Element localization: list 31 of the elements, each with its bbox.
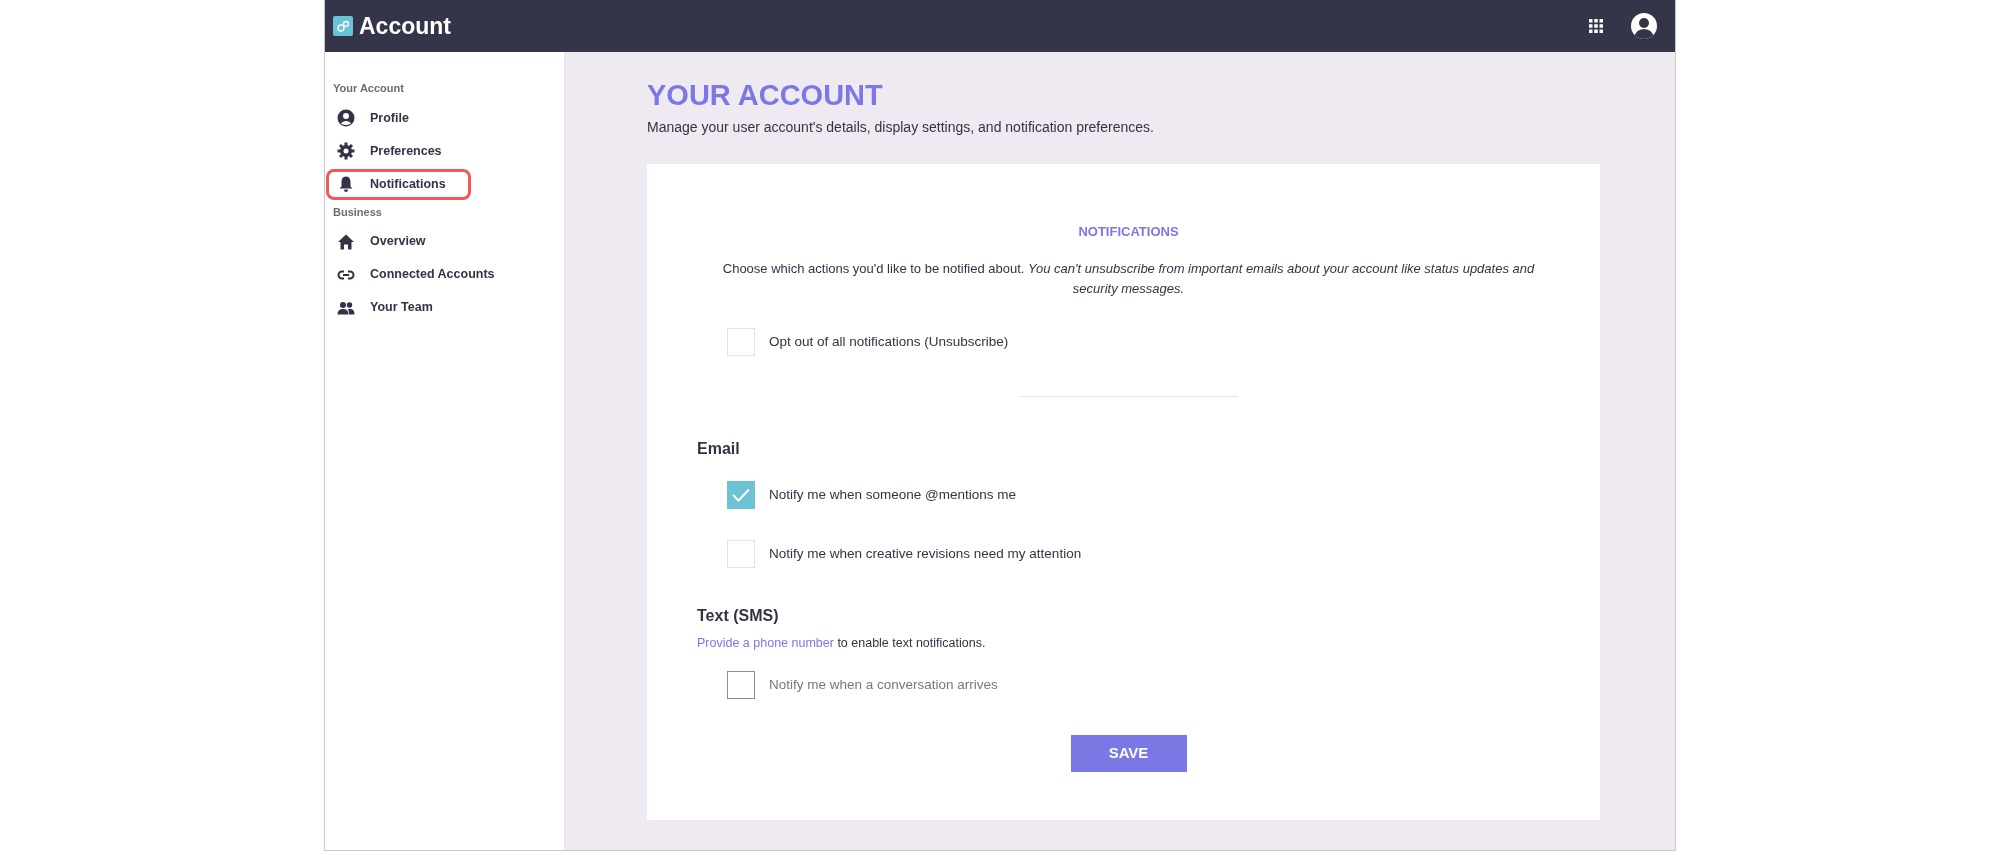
phone-number-link[interactable]: Provide a phone number xyxy=(697,636,834,651)
checkbox-label: Notify me when creative revisions need my attention xyxy=(769,545,1082,564)
logo-icon xyxy=(333,16,353,36)
page-title: YOUR ACCOUNT xyxy=(647,78,884,113)
sidebar-item[interactable]: Your Team xyxy=(326,292,471,323)
checkbox-label: Notify me when someone @mentions me xyxy=(769,486,1017,505)
app-title: Account xyxy=(359,11,451,41)
sidebar-group-label: Your Account xyxy=(332,81,405,96)
intro-text: Choose which actions you'd like to be notified about. You can't unsubscribe from important emails about your account like status updates and security messages. xyxy=(721,260,1536,298)
sidebar-item[interactable]: Notifications xyxy=(326,168,471,200)
card-heading: NOTIFICATIONS xyxy=(1077,222,1180,241)
sidebar-item[interactable]: Preferences xyxy=(326,135,471,167)
settings-icon xyxy=(337,142,355,160)
sidebar-item[interactable]: Overview xyxy=(326,226,471,257)
sidebar-item[interactable]: Connected Accounts xyxy=(326,259,506,290)
section-title: Email xyxy=(697,439,741,460)
checkbox-label: Opt out of all notifications (Unsubscribe) xyxy=(769,333,1009,352)
section-title: Text (SMS) xyxy=(697,606,780,627)
sidebar-group-label: Business xyxy=(332,204,383,220)
checkbox[interactable] xyxy=(727,481,755,510)
person-icon xyxy=(337,109,355,127)
checkbox-label: Notify me when a conversation arrives xyxy=(769,675,998,694)
check-icon xyxy=(731,487,751,504)
apps-grid-icon[interactable] xyxy=(1589,19,1603,33)
save-button[interactable]: SAVE xyxy=(1070,735,1187,773)
home-icon xyxy=(337,232,355,251)
sidebar-item[interactable]: Profile xyxy=(326,102,471,134)
avatar-icon[interactable] xyxy=(1631,13,1657,39)
sms-note: Provide a phone number to enable text notifications. xyxy=(697,635,987,653)
bell-icon xyxy=(337,175,355,193)
page-subtitle: Manage your user account's details, display settings, and notification preferences. xyxy=(647,117,1155,137)
